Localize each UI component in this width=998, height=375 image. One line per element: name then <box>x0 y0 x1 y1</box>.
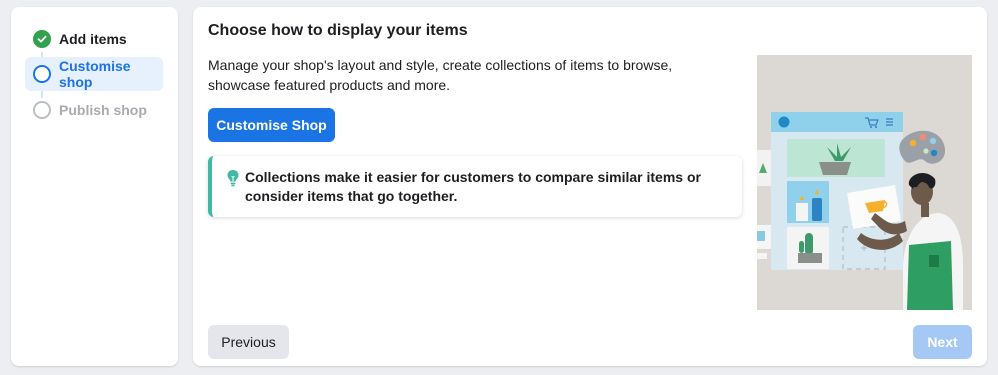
step-publish-shop: Publish shop <box>25 93 163 127</box>
step-label: Customise shop <box>59 58 131 90</box>
checkmark-icon <box>33 30 51 48</box>
main-panel: Choose how to display your items Manage … <box>193 7 987 366</box>
tip-card: Collections make it easier for customers… <box>208 156 742 217</box>
step-pending-circle-icon <box>33 101 51 119</box>
previous-button[interactable]: Previous <box>208 325 289 359</box>
tip-text: Collections make it easier for customers… <box>245 169 701 204</box>
next-button[interactable]: Next <box>913 325 972 359</box>
stepper-panel: Add items Customise shop Publish shop <box>11 7 178 366</box>
step-active-circle-icon <box>33 65 51 83</box>
step-label: Publish shop <box>59 102 147 118</box>
lightbulb-icon <box>227 170 239 187</box>
step-add-items[interactable]: Add items <box>25 22 163 56</box>
step-label: Add items <box>59 31 127 47</box>
shop-illustration <box>757 55 972 310</box>
page-description: Manage your shop's layout and style, cre… <box>208 57 673 93</box>
customise-shop-button[interactable]: Customise Shop <box>208 108 335 142</box>
page-title: Choose how to display your items <box>208 22 468 39</box>
step-customise-shop[interactable]: Customise shop <box>25 57 163 91</box>
